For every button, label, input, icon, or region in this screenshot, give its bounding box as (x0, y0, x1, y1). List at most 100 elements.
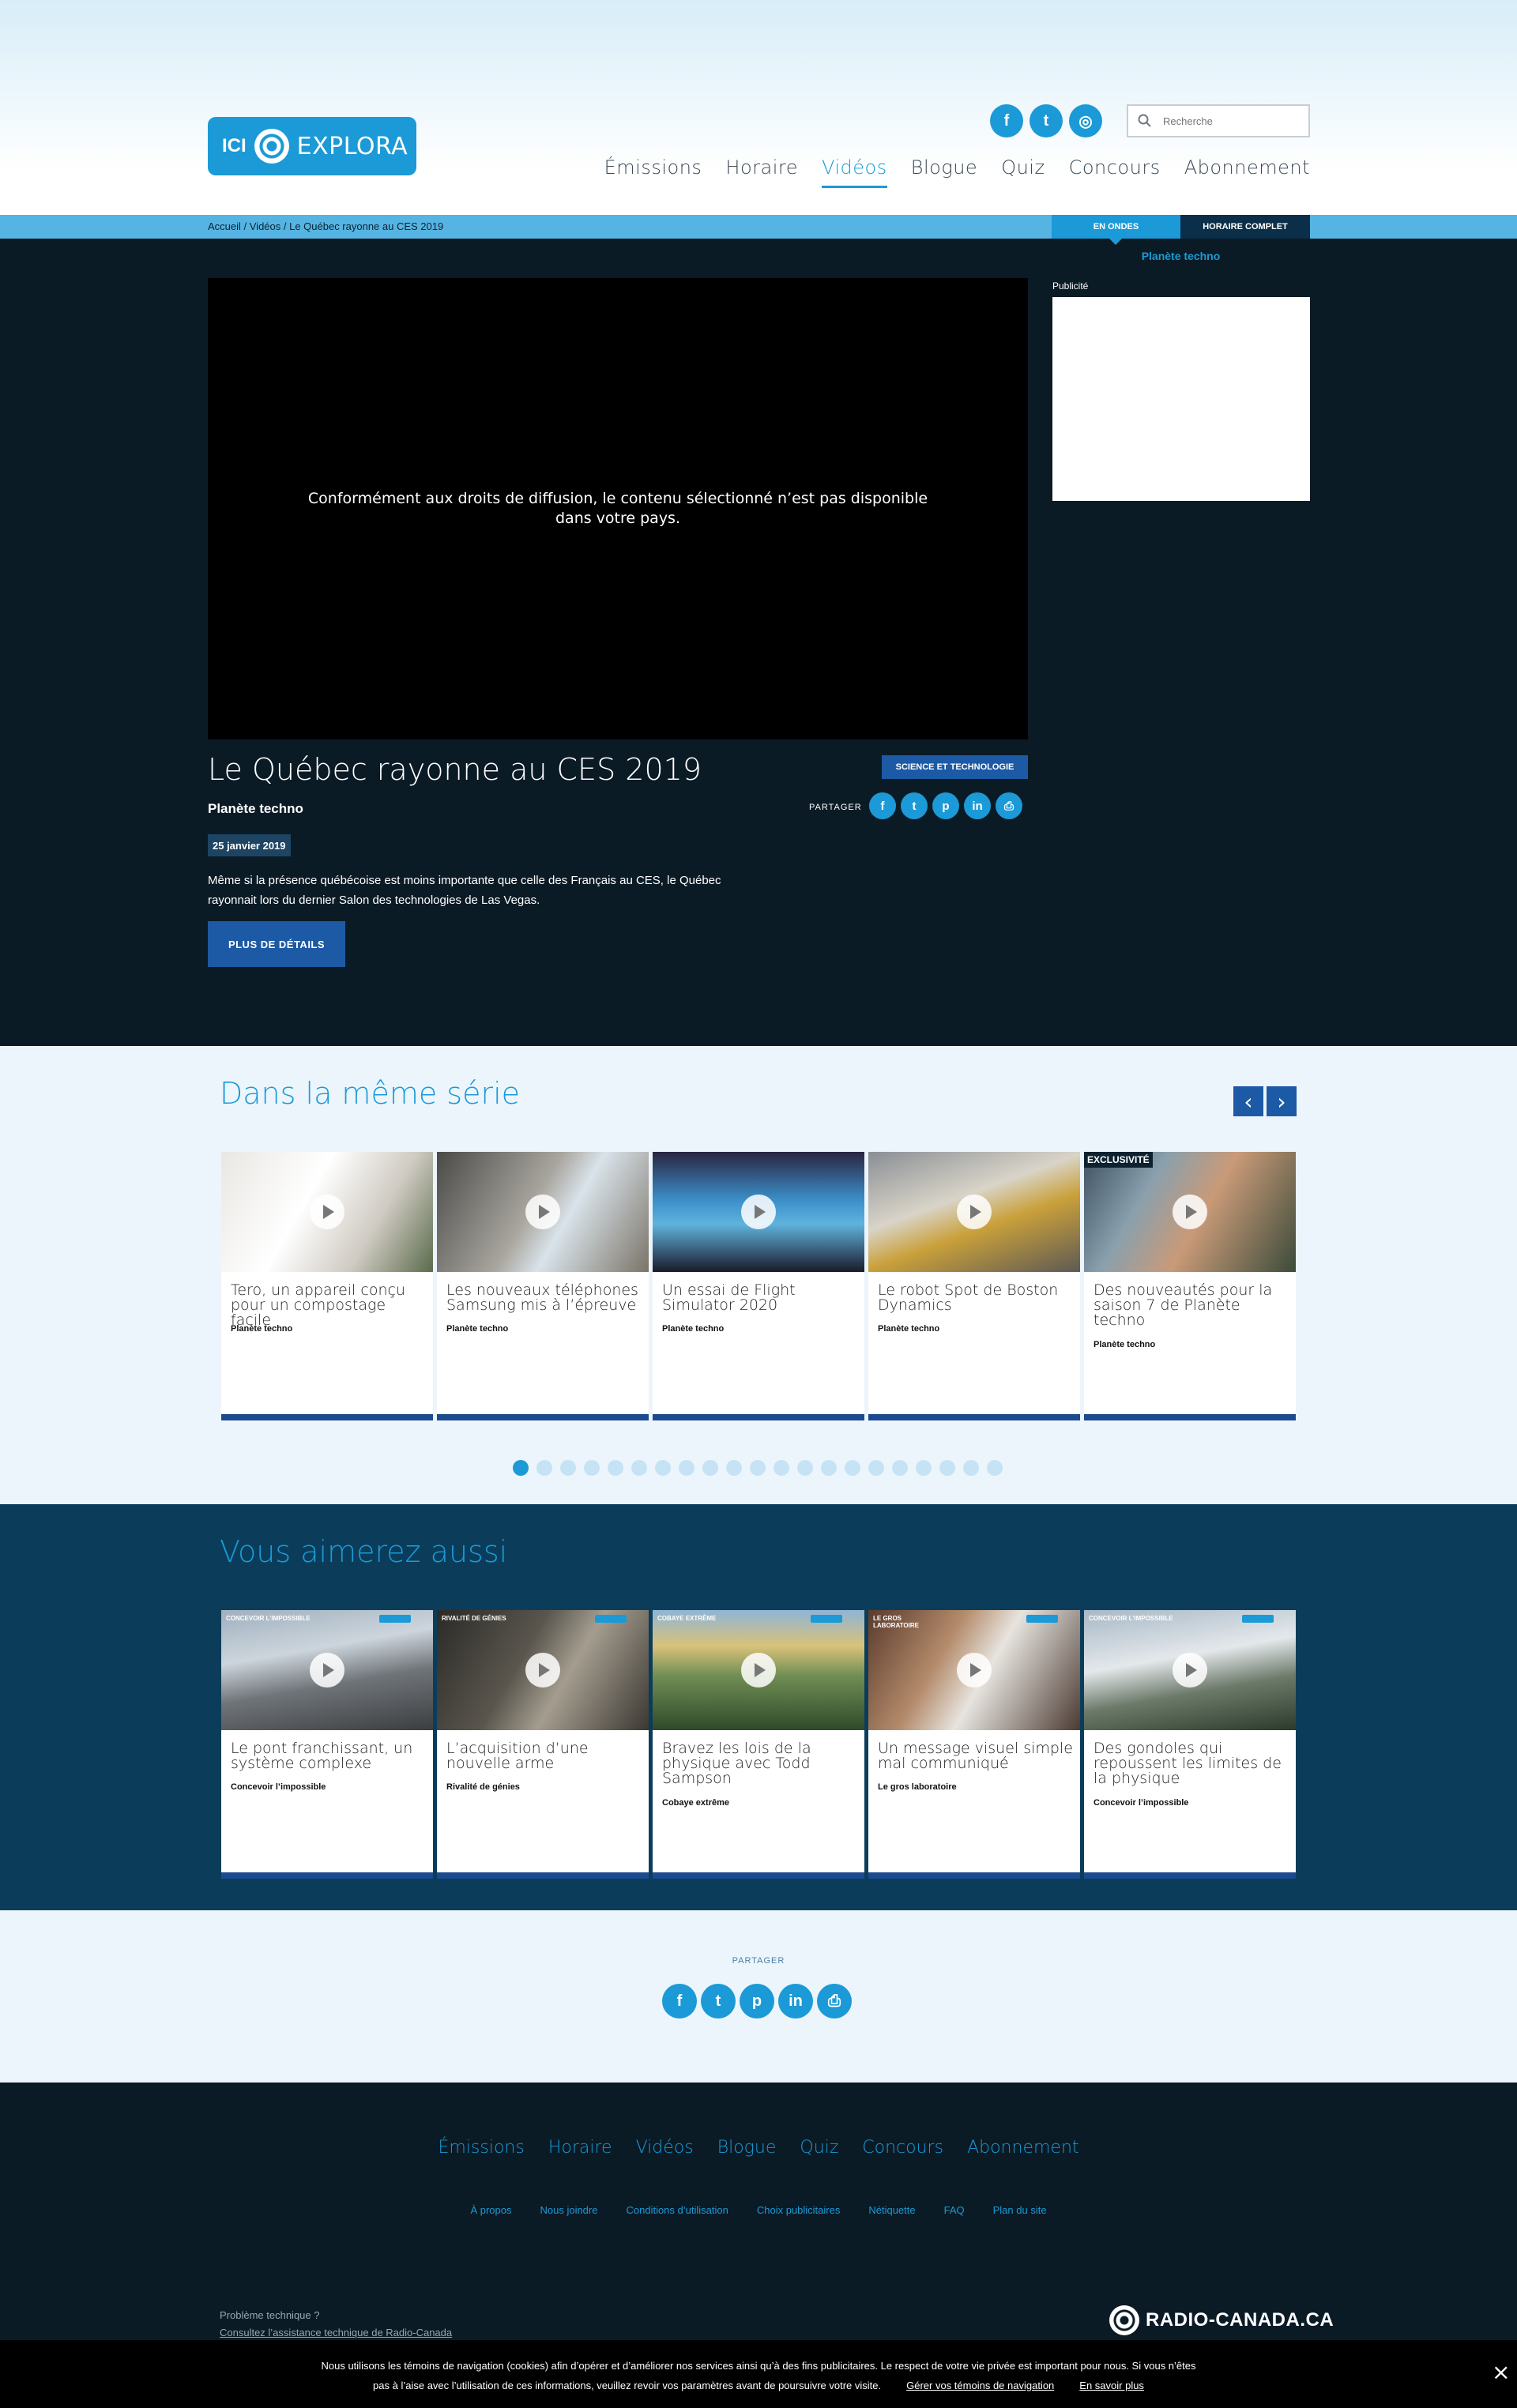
card-show: Rivalité de génies (446, 1782, 520, 1792)
footer-nav-abonnement[interactable]: Abonnement (967, 2138, 1078, 2158)
card-title: Des nouveautés pour la saison 7 de Planè… (1094, 1281, 1273, 1329)
facebook-icon[interactable]: f (990, 104, 1023, 137)
carousel-dot[interactable] (750, 1460, 766, 1476)
series-card[interactable]: Le robot Spot de Boston Dynamics Planète… (868, 1152, 1080, 1420)
radio-canada-wordmark: RADIO-CANADA.CA (1146, 2309, 1334, 2331)
carousel-dot[interactable] (845, 1460, 860, 1476)
footer-nav-emissions[interactable]: Émissions (438, 2138, 524, 2158)
tech-support-link[interactable]: Consultez l’assistance technique de Radi… (220, 2324, 452, 2342)
carousel-dot[interactable] (821, 1460, 837, 1476)
thumbnail-show-label: Concevoir l’impossible (226, 1615, 311, 1622)
play-icon (310, 1653, 344, 1687)
close-icon[interactable]: × (1492, 2359, 1510, 2385)
card-show: Concevoir l’impossible (231, 1782, 326, 1792)
nav-horaire[interactable]: Horaire (725, 156, 798, 188)
radio-canada-gem-icon (254, 129, 289, 164)
footer-link-plan-du-site[interactable]: Plan du site (993, 2204, 1047, 2216)
share-twitter-icon[interactable]: t (701, 1984, 736, 2019)
also-card[interactable]: Concevoir l’impossible Le pont franchiss… (221, 1610, 433, 1879)
breadcrumb[interactable]: Accueil / Vidéos / Le Québec rayonne au … (208, 220, 443, 232)
carousel-dot[interactable] (797, 1460, 813, 1476)
search-box[interactable] (1127, 104, 1310, 137)
carousel-prev-button[interactable]: ‹ (1233, 1086, 1263, 1116)
nav-emissions[interactable]: Émissions (604, 156, 702, 188)
print-icon[interactable]: ⎙ (996, 792, 1022, 819)
video-thumbnail: Rivalité de génies (437, 1610, 649, 1730)
carousel-dot[interactable] (774, 1460, 789, 1476)
footer-link-choix-publicitaires[interactable]: Choix publicitaires (757, 2204, 841, 2216)
video-player[interactable]: Conformément aux droits de diffusion, le… (208, 278, 1028, 739)
carousel-dot[interactable] (655, 1460, 671, 1476)
tab-en-ondes[interactable]: EN ONDES (1052, 215, 1180, 239)
share-facebook-icon[interactable]: f (662, 1984, 697, 2019)
footer-link-nous-joindre[interactable]: Nous joindre (540, 2204, 597, 2216)
footer-link-a-propos[interactable]: À propos (470, 2204, 511, 2216)
tab-horaire-complet[interactable]: HORAIRE COMPLET (1180, 215, 1310, 239)
footer-nav: Émissions Horaire Vidéos Blogue Quiz Con… (0, 2138, 1517, 2158)
carousel-dot[interactable] (726, 1460, 742, 1476)
footer-link-netiquette[interactable]: Nétiquette (868, 2204, 915, 2216)
carousel-dot[interactable] (963, 1460, 979, 1476)
footer-link-faq[interactable]: FAQ (944, 2204, 965, 2216)
carousel-dot[interactable] (584, 1460, 600, 1476)
also-card[interactable]: Cobaye extrême Bravez les lois de la phy… (653, 1610, 864, 1879)
share-pinterest-icon[interactable]: p (932, 792, 959, 819)
carousel-pagination (513, 1460, 1003, 1476)
print-icon[interactable]: ⎙ (817, 1984, 852, 2019)
share-linkedin-icon[interactable]: in (964, 792, 991, 819)
share-facebook-icon[interactable]: f (869, 792, 896, 819)
video-thumbnail (653, 1152, 864, 1272)
footer-nav-blogue[interactable]: Blogue (717, 2138, 777, 2158)
search-input[interactable] (1163, 115, 1297, 127)
carousel-next-button[interactable]: › (1267, 1086, 1297, 1116)
carousel-dot[interactable] (560, 1460, 576, 1476)
carousel-dot[interactable] (868, 1460, 884, 1476)
onair-current-show[interactable]: Planète techno (1052, 250, 1310, 262)
share-pinterest-icon[interactable]: p (740, 1984, 774, 2019)
also-title: Vous aimerez aussi (220, 1534, 508, 1569)
footer-links: À propos Nous joindre Conditions d’utili… (0, 2204, 1517, 2216)
series-card[interactable]: EXCLUSIVITÉ Des nouveautés pour la saiso… (1084, 1152, 1296, 1420)
cookie-manage-link[interactable]: Gérer vos témoins de navigation (906, 2380, 1054, 2391)
ad-box[interactable] (1052, 297, 1310, 501)
footer-link-conditions[interactable]: Conditions d’utilisation (626, 2204, 728, 2216)
footer-nav-quiz[interactable]: Quiz (800, 2138, 838, 2158)
series-card[interactable]: Un essai de Flight Simulator 2020 Planèt… (653, 1152, 864, 1420)
nav-blogue[interactable]: Blogue (911, 156, 977, 188)
share-linkedin-icon[interactable]: in (778, 1984, 813, 2019)
nav-concours[interactable]: Concours (1069, 156, 1161, 188)
series-card[interactable]: Les nouveaux téléphones Samsung mis à l’… (437, 1152, 649, 1420)
twitter-icon[interactable]: t (1030, 104, 1063, 137)
series-card[interactable]: Tero, un appareil conçu pour un composta… (221, 1152, 433, 1420)
nav-videos[interactable]: Vidéos (822, 156, 887, 188)
instagram-icon[interactable]: ◎ (1069, 104, 1102, 137)
nav-abonnement[interactable]: Abonnement (1184, 156, 1310, 188)
card-title: Tero, un appareil conçu pour un composta… (231, 1281, 405, 1329)
video-show-name[interactable]: Planète techno (208, 801, 303, 817)
carousel-dot[interactable] (513, 1460, 529, 1476)
nav-quiz[interactable]: Quiz (1001, 156, 1045, 188)
carousel-dot[interactable] (916, 1460, 932, 1476)
footer-nav-concours[interactable]: Concours (862, 2138, 943, 2158)
explora-logo[interactable]: ICI EXPLORA (208, 117, 416, 175)
carousel-dot[interactable] (702, 1460, 718, 1476)
footer-nav-videos[interactable]: Vidéos (636, 2138, 694, 2158)
share-twitter-icon[interactable]: t (901, 792, 928, 819)
card-show: Planète techno (231, 1324, 293, 1334)
carousel-dot[interactable] (608, 1460, 623, 1476)
also-card[interactable]: Rivalité de génies L’acquisition d’une n… (437, 1610, 649, 1879)
radio-canada-logo[interactable]: RADIO-CANADA.CA (1109, 2305, 1334, 2335)
cookie-more-link[interactable]: En savoir plus (1079, 2380, 1144, 2391)
carousel-dot[interactable] (939, 1460, 955, 1476)
footer-nav-horaire[interactable]: Horaire (548, 2138, 612, 2158)
thumbnail-show-label: Concevoir l’impossible (1089, 1615, 1173, 1622)
more-details-button[interactable]: PLUS DE DÉTAILS (208, 921, 345, 967)
category-tag[interactable]: SCIENCE ET TECHNOLOGIE (882, 755, 1028, 779)
also-card[interactable]: Le gros laboratoire Un message visuel si… (868, 1610, 1080, 1879)
carousel-dot[interactable] (631, 1460, 647, 1476)
carousel-dot[interactable] (536, 1460, 552, 1476)
carousel-dot[interactable] (987, 1460, 1003, 1476)
also-card[interactable]: Concevoir l’impossible Des gondoles qui … (1084, 1610, 1296, 1879)
carousel-dot[interactable] (679, 1460, 695, 1476)
carousel-dot[interactable] (892, 1460, 908, 1476)
